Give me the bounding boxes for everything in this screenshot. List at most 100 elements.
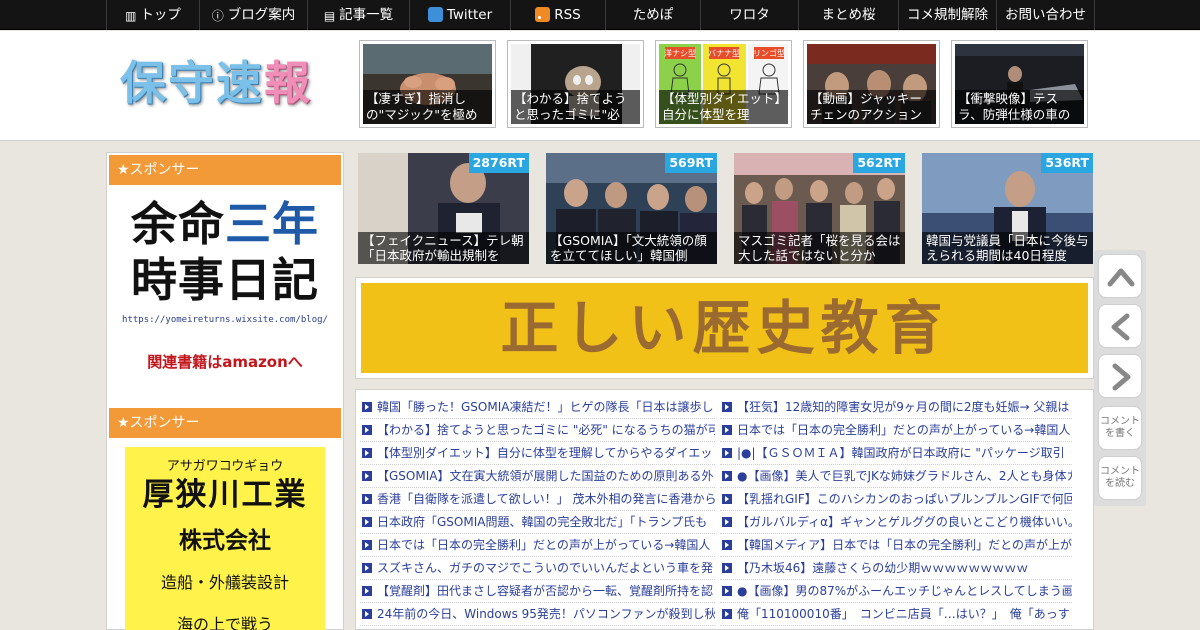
arrow-bullet-icon [722, 448, 732, 458]
nav-item-contact[interactable]: お問い合わせ [996, 0, 1095, 30]
ad-company-name: 厚狭川工業 [142, 477, 308, 513]
article-link[interactable]: 日本では「日本の完全勝利」だとの声が上がっている→韓国人 [720, 419, 1072, 442]
twitter-icon [427, 7, 443, 22]
ad-url: https://yomeireturns.wixsite.com/blog/ [122, 315, 328, 325]
nav-item-warota[interactable]: ワロタ [700, 0, 798, 30]
article-link[interactable]: 【乳揺れGIF】このハシカンのおっぱいプルンプルンGIFで何回 [720, 488, 1072, 511]
article-link[interactable]: 【狂気】12歳知的障害女児が9ヶ月の間に2度も妊娠→ 父親は・ [720, 396, 1072, 419]
nav-item-tamepo[interactable]: ためぽ [605, 0, 700, 30]
sidebar: ★スポンサー 余命三年 時事日記 https://yomeireturns.wi… [106, 152, 344, 630]
arrow-bullet-icon [362, 586, 372, 596]
header-article-thumb[interactable]: 【わかる】捨てようと思ったゴミに"必 [507, 40, 644, 128]
nav-item-rss[interactable]: RSS [510, 0, 605, 30]
article-link[interactable]: スズキさん、ガチのマジでこうい­のでいいんだよという車を発 [360, 557, 715, 580]
pear-type-label: 洋ナシ型 [664, 48, 696, 58]
sponsor-ad-asagawa[interactable]: アサガワコウギョウ 厚狭川工業 株式会社 造船・外艤装設計 海の上で戦う [125, 447, 325, 630]
ad-company-type: 株式会社 [179, 528, 271, 554]
arrow-bullet-icon [362, 609, 372, 619]
article-link[interactable]: 【GSOMIA】文在寅大統領が展開した国益のための原則ある外 [360, 465, 715, 488]
arrow-bullet-icon [722, 586, 732, 596]
chevron-up-icon [1107, 268, 1135, 287]
site-logo[interactable]: 保守速報 [120, 53, 325, 113]
chevron-right-icon [1112, 363, 1131, 391]
retweet-count-badge: 562RT [853, 153, 905, 173]
home-icon: ▥ [125, 9, 137, 23]
ad-headline: 余命三年 [131, 197, 319, 251]
nav-item-blog-info[interactable]: ⓘ ブログ案内 [199, 0, 307, 30]
ad-company-tagline: 海の上で戦う [176, 615, 273, 630]
header-article-thumb[interactable]: 【動画】ジャッキーチェンのアクション [803, 40, 940, 128]
arrow-bullet-icon [362, 494, 372, 504]
ad-subheadline: 時事日記 [131, 253, 319, 307]
rss-icon [535, 7, 551, 22]
nav-item-comment-unblock[interactable]: コメ規制解除 [898, 0, 996, 30]
arrow-bullet-icon [722, 402, 732, 412]
arrow-bullet-icon [722, 609, 732, 619]
arrow-bullet-icon [362, 425, 372, 435]
header-article-thumb[interactable]: 【凄すぎ】指消しの"マジック"を極めた [359, 40, 496, 128]
article-link[interactable]: 【ガルバルディα】ギャンとゲルググの良いとこどり機体いい。 [720, 511, 1072, 534]
arrow-bullet-icon [722, 471, 732, 481]
link-column-right: 【狂気】12歳知的障害女児が9ヶ月の間に2度も妊娠→ 父親は・ 日本では「日本の完… [720, 396, 1072, 626]
list-icon: ▤ [323, 9, 336, 23]
link-column-left: 韓国「勝った！GSOMIA凍結だ！」ヒゲの隊長「日本は譲歩し 【わかる】捨てようと… [360, 396, 715, 626]
article-link[interactable]: 韓国「勝った！GSOMIA凍結だ！」ヒゲの隊長「日本は譲歩し [360, 396, 715, 419]
banana-type-label: バナナ型 [708, 49, 740, 58]
header-article-thumb[interactable]: 【衝撃映像】テスラ、防弾仕様の車の [951, 40, 1088, 128]
arrow-bullet-icon [362, 517, 372, 527]
article-link[interactable]: 【韓国メディア】日本では「日本の完全勝利」だとの声が上がっ [720, 534, 1072, 557]
nav-item-article-list[interactable]: ▤ 記事一覧 [307, 0, 409, 30]
article-link[interactable]: ●【画像】男の87%がふーんエッチじゃんとレスしてしまう画像 [720, 580, 1072, 603]
arrow-bullet-icon [362, 540, 372, 550]
article-link[interactable]: ●【画像】美人で巨乳でJKな姉妹グラドルさん、2人とも身体カ [720, 465, 1072, 488]
article-link[interactable]: 日本では「日本の完全勝利」だとの声が上がっている→韓国人 [360, 534, 715, 557]
ranking-article[interactable]: 562RT マスゴミ記者「桜を見る会は大した話ではないと分か [734, 153, 905, 264]
arrow-bullet-icon [722, 425, 732, 435]
previous-article-button[interactable] [1098, 304, 1142, 348]
ad-company-kana: アサガワコウギョウ [166, 459, 284, 474]
chevron-left-icon [1111, 313, 1130, 341]
read-comments-button[interactable]: コメントを読む [1098, 456, 1142, 500]
article-link[interactable]: 日本政府「GSOMIA問題、韓国の完全敗北だ」「トランプ氏も [360, 511, 715, 534]
history-education-banner[interactable]: 正しい歴史教育 [355, 277, 1094, 379]
article-link[interactable]: 【体型別ダイエット】自分に体型を理解してからやるダイエット [360, 442, 715, 465]
arrow-bullet-icon [362, 402, 372, 412]
sponsor-ad-yomei[interactable]: 余命三年 時事日記 https://yomeireturns.wixsite.c… [109, 187, 341, 383]
nav-item-matome-sakura[interactable]: まとめ桜 [798, 0, 898, 30]
ranking-article[interactable]: 569RT 【GSOMIA】「文大統領の顔を立ててほしい」韓国側 [546, 153, 717, 264]
amazon-link[interactable]: 関連書籍はamazonへ [109, 351, 341, 372]
write-comment-button[interactable]: コメントを書く [1098, 406, 1142, 450]
banner-text: 正しい歴史教育 [361, 283, 1088, 373]
article-link[interactable]: 香港「自衛隊を派遣して欲しい！」 茂木外相の発言に香港から [360, 488, 715, 511]
ranking-article[interactable]: 536RT 韓国与党議員「日本に今後与えられる期間は40日程度 [922, 153, 1093, 264]
sponsor-header: ★スポンサー [109, 155, 341, 185]
article-link-list: 韓国「勝った！GSOMIA凍結だ！」ヒゲの隊長「日本は譲歩し 【わかる】捨てようと… [355, 389, 1094, 630]
arrow-bullet-icon [362, 448, 372, 458]
nav-item-top[interactable]: ▥ トップ [106, 0, 199, 30]
top-navigation: ▥ トップ ⓘ ブログ案内 ▤ 記事一覧 Twitter RSS ためぽ ワロタ まと… [0, 0, 1200, 30]
nav-item-twitter[interactable]: Twitter [409, 0, 510, 30]
article-link[interactable]: 【わかる】捨てようと思ったゴミに "必死" になるうちの猫が可 [360, 419, 715, 442]
article-link[interactable]: 24年前の今日、Windows 95発売！パソコンファンが殺到し秋葉 [360, 603, 715, 626]
floating-side-buttons: コメントを書く コメントを読む [1094, 250, 1146, 506]
article-link[interactable]: 【覚醒剤】田代まさし容疑者が否認から一転、覚醒剤所持を認 [360, 580, 715, 603]
arrow-bullet-icon [722, 563, 732, 573]
arrow-bullet-icon [362, 563, 372, 573]
arrow-bullet-icon [722, 517, 732, 527]
retweet-count-badge: 569RT [665, 153, 717, 173]
arrow-bullet-icon [722, 540, 732, 550]
retweet-count-badge: 536RT [1041, 153, 1093, 173]
scroll-top-button[interactable] [1098, 254, 1142, 298]
header-article-thumb[interactable]: 洋ナシ型 バナナ型 リンゴ型 【体型別ダイエット】自分に体型を理 [655, 40, 792, 128]
ad-company-desc: 造船・外艤装設計 [160, 573, 289, 592]
info-icon: ⓘ [211, 9, 224, 23]
next-article-button[interactable] [1098, 354, 1142, 398]
arrow-bullet-icon [722, 494, 732, 504]
article-link[interactable]: 【乃木坂46】遠藤さくらの幼少期ｗｗｗｗｗｗｗｗｗ [720, 557, 1072, 580]
article-link[interactable]: |●|【ＧＳＯＭＩＡ】韓国政府が日本政府に "パッケージ取引 [720, 442, 1072, 465]
ranking-article[interactable]: 2876RT 【フェイクニュース】テレ朝「日本政府が輸出規制を [358, 153, 529, 264]
site-header: 保守速報 【凄すぎ】指消しの"マジック"を極めた 【わかる】捨てようと思ったゴミ… [0, 31, 1200, 141]
apple-type-label: リンゴ型 [753, 48, 785, 58]
retweet-count-badge: 2876RT [468, 153, 529, 173]
article-link[interactable]: 俺「110100010番」 コンビニ店員「…はい？」 俺「あっすま [720, 603, 1072, 626]
